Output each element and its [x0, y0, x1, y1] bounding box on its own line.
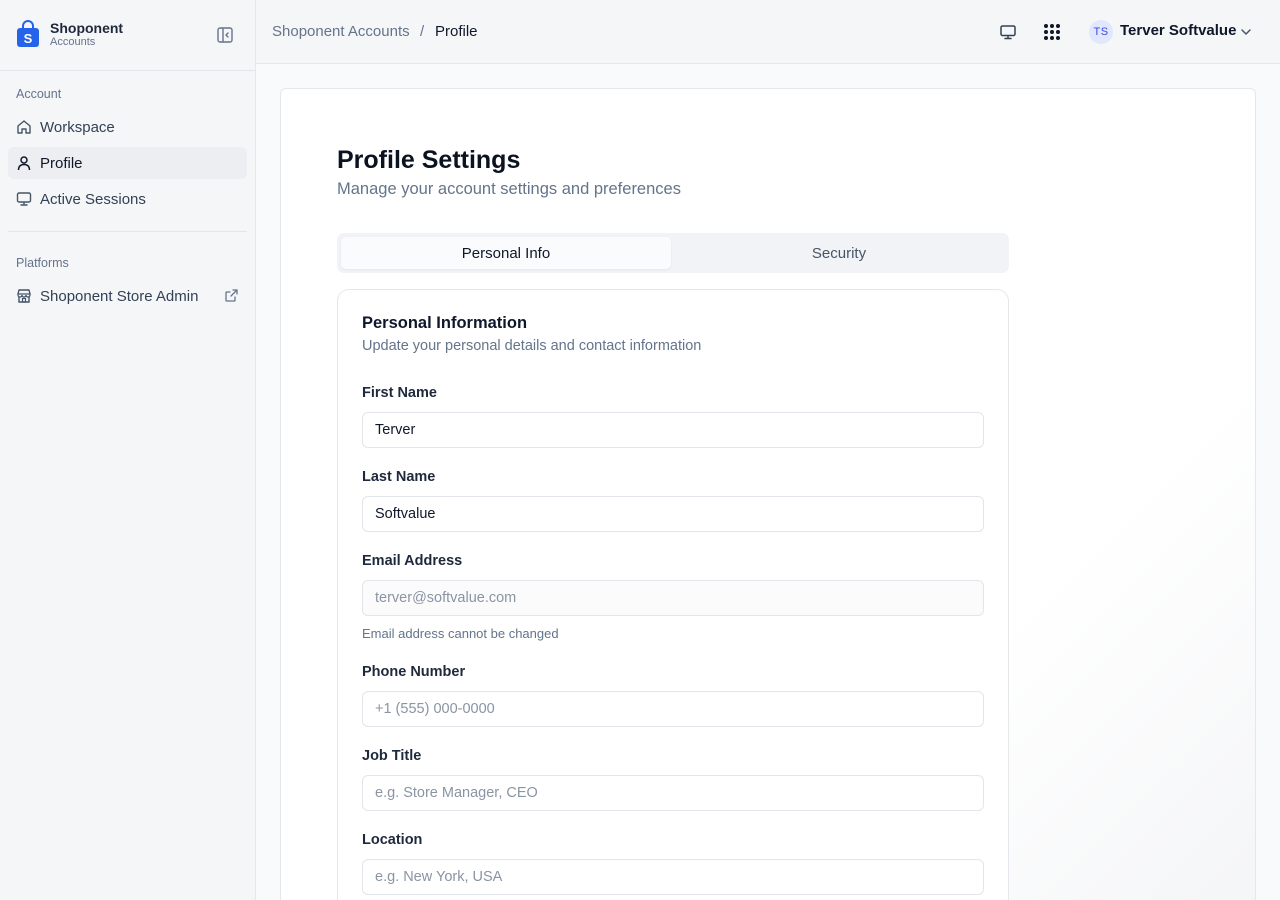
- app-grid-icon[interactable]: [1042, 22, 1062, 42]
- svg-text:S: S: [24, 31, 33, 46]
- job-title-field[interactable]: [362, 775, 984, 811]
- brand-name: Shoponent: [50, 20, 124, 36]
- chevron-down-icon[interactable]: [1239, 25, 1253, 39]
- last-name-field[interactable]: [362, 496, 984, 532]
- tab-personal-info[interactable]: Personal Info: [341, 237, 671, 269]
- last-name-label: Last Name: [362, 469, 436, 485]
- location-label: Location: [362, 832, 423, 848]
- sidebar-collapse-icon[interactable]: [216, 26, 234, 44]
- sidebar-item-label: Shoponent Store Admin: [40, 287, 199, 305]
- store-icon: [17, 289, 31, 303]
- first-name-field[interactable]: [362, 412, 984, 448]
- job-title-label: Job Title: [362, 748, 422, 764]
- external-link-icon: [225, 289, 238, 302]
- page-subtitle: Manage your account settings and prefere…: [337, 180, 681, 198]
- sidebar-item-label: Profile: [40, 154, 83, 172]
- first-name-label: First Name: [362, 385, 437, 401]
- nav-section-platforms: Platforms: [16, 256, 69, 270]
- sidebar-item-store-admin[interactable]: Shoponent Store Admin: [8, 280, 247, 312]
- monitor-icon[interactable]: [998, 22, 1018, 42]
- home-icon: [17, 120, 31, 134]
- top-header: Shoponent Accounts / Profile TS Terver S…: [256, 0, 1280, 64]
- card-subtitle: Update your personal details and contact…: [362, 338, 702, 354]
- sidebar-item-active-sessions[interactable]: Active Sessions: [8, 183, 247, 215]
- nav-section-account: Account: [16, 87, 62, 101]
- sidebar-item-label: Active Sessions: [40, 190, 146, 208]
- monitor-icon: [16, 192, 32, 206]
- sidebar-item-label: Workspace: [40, 118, 115, 136]
- breadcrumb-separator: /: [420, 23, 425, 40]
- avatar[interactable]: TS: [1089, 20, 1113, 44]
- email-label: Email Address: [362, 553, 463, 569]
- personal-info-card: Personal Information Update your persona…: [337, 289, 1009, 900]
- brand-subtitle: Accounts: [50, 36, 96, 48]
- email-field: [362, 580, 984, 616]
- email-help-text: Email address cannot be changed: [362, 626, 559, 641]
- breadcrumb-current: Profile: [435, 23, 478, 40]
- tab-list: Personal Info Security: [337, 233, 1009, 273]
- sidebar: S Shoponent Accounts Account Workspace P…: [0, 0, 256, 900]
- user-menu-name[interactable]: Terver Softvalue: [1120, 22, 1236, 39]
- shopping-bag-logo-icon: S: [17, 20, 39, 47]
- phone-field[interactable]: [362, 691, 984, 727]
- sidebar-item-profile[interactable]: Profile: [8, 147, 247, 179]
- user-icon: [17, 156, 31, 171]
- phone-label: Phone Number: [362, 664, 466, 680]
- page-title: Profile Settings: [337, 146, 521, 174]
- card-title: Personal Information: [362, 314, 528, 332]
- breadcrumb-root-link[interactable]: Shoponent Accounts: [272, 23, 410, 40]
- brand-header: S Shoponent Accounts: [0, 0, 255, 71]
- sidebar-item-workspace[interactable]: Workspace: [8, 111, 247, 143]
- tab-security[interactable]: Security: [673, 237, 1005, 269]
- main-panel: Profile Settings Manage your account set…: [280, 88, 1256, 900]
- location-field[interactable]: [362, 859, 984, 895]
- sidebar-divider: [8, 231, 247, 232]
